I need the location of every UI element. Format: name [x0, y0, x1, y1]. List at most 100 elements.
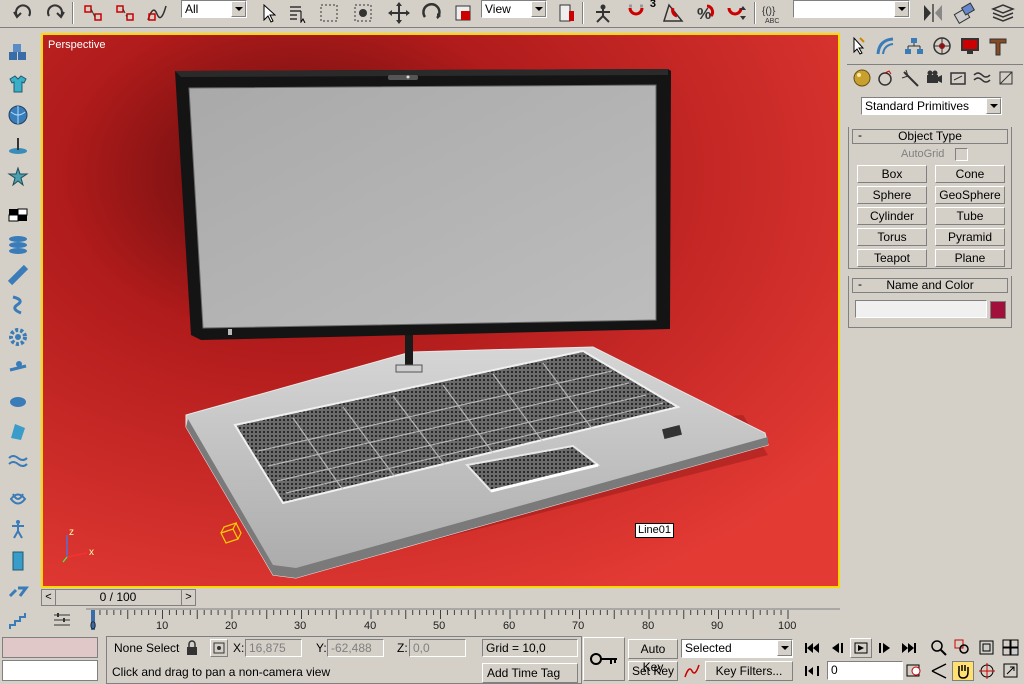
arc-rotate-icon[interactable] — [976, 661, 998, 681]
z-coordinate-field[interactable]: 0,0 — [409, 639, 466, 657]
zoom-all-icon[interactable] — [952, 638, 974, 658]
object-name-field[interactable] — [855, 300, 987, 318]
create-tab-icon[interactable] — [845, 34, 871, 58]
stair-icon[interactable] — [4, 607, 32, 635]
name-color-rollout-header[interactable]: - Name and Color — [852, 278, 1008, 293]
select-by-name-icon[interactable] — [285, 0, 311, 26]
layer-manager-icon[interactable] — [990, 0, 1016, 26]
bone-icon[interactable] — [4, 355, 32, 383]
curve-editor-toggle-icon[interactable] — [51, 609, 73, 631]
flag-icon[interactable] — [4, 417, 32, 445]
motion-tab-icon[interactable] — [929, 34, 955, 58]
teapot-button[interactable]: Teapot — [857, 249, 927, 267]
shapes-icon[interactable] — [873, 66, 899, 90]
cylinder-button[interactable]: Cylinder — [857, 207, 927, 225]
checker-icon[interactable] — [4, 201, 32, 229]
pipe-icon[interactable] — [4, 261, 32, 289]
key-filters-button[interactable]: Key Filters... — [705, 661, 793, 681]
door-icon[interactable] — [4, 547, 32, 575]
select-and-rotate-icon[interactable] — [418, 0, 444, 26]
window-crossing-icon[interactable] — [350, 0, 376, 26]
object-category-dropdown[interactable]: Standard Primitives — [861, 97, 1002, 115]
plane-button[interactable]: Plane — [935, 249, 1005, 267]
absolute-mode-icon[interactable] — [210, 639, 228, 657]
previous-frame-icon[interactable] — [826, 638, 848, 658]
set-key-icon[interactable] — [583, 637, 625, 681]
select-object-icon[interactable] — [255, 0, 281, 26]
use-pivot-center-icon[interactable] — [553, 0, 579, 26]
shirt-icon[interactable] — [4, 70, 32, 98]
pan-view-icon[interactable] — [952, 661, 974, 681]
maxscript-listener[interactable] — [2, 637, 98, 658]
key-mode-toggle-icon[interactable] — [801, 661, 823, 681]
rectangular-selection-icon[interactable] — [316, 0, 342, 26]
knot-icon[interactable] — [4, 485, 32, 513]
field-of-view-icon[interactable] — [928, 661, 950, 681]
current-frame-field[interactable]: 0 — [827, 661, 903, 680]
cameras-icon[interactable] — [921, 66, 947, 90]
hierarchy-tab-icon[interactable] — [901, 34, 927, 58]
geometry-icon[interactable] — [849, 66, 875, 90]
selection-filter-dropdown[interactable]: All — [181, 0, 247, 18]
pyramid-button[interactable]: Pyramid — [935, 228, 1005, 246]
utilities-tab-icon[interactable] — [985, 34, 1011, 58]
select-and-scale-icon[interactable] — [450, 0, 476, 26]
bind-space-warp-icon[interactable] — [144, 0, 170, 26]
track-bar[interactable] — [86, 608, 840, 634]
named-selection-sets-dropdown[interactable] — [793, 0, 910, 18]
perspective-viewport[interactable]: Perspective z x Line01 — [41, 33, 840, 588]
angle-snap-icon[interactable] — [660, 0, 686, 26]
snaps-toggle-icon[interactable]: 3 — [626, 0, 656, 26]
zoom-icon[interactable] — [928, 638, 950, 658]
turtle-icon[interactable] — [4, 386, 32, 414]
next-frame-icon[interactable] — [874, 638, 896, 658]
modify-tab-icon[interactable] — [873, 34, 899, 58]
go-to-end-icon[interactable] — [898, 638, 920, 658]
select-and-move-icon[interactable] — [386, 0, 412, 26]
redo-icon[interactable] — [42, 0, 68, 26]
space-warps-icon[interactable] — [969, 66, 995, 90]
mirror-icon[interactable] — [920, 0, 946, 26]
gear-icon[interactable] — [4, 323, 32, 351]
percent-snap-icon[interactable]: % — [692, 0, 718, 26]
go-to-start-icon[interactable] — [801, 638, 823, 658]
time-slider-next[interactable]: > — [181, 590, 195, 605]
zoom-extents-icon[interactable] — [976, 638, 998, 658]
tools-icon[interactable] — [4, 579, 32, 607]
biped-icon[interactable] — [4, 515, 32, 543]
spinner-icon[interactable] — [4, 132, 32, 160]
sphere-button[interactable]: Sphere — [857, 186, 927, 204]
lathe-icon[interactable] — [4, 291, 32, 319]
select-and-manipulate-icon[interactable] — [590, 0, 616, 26]
reference-coordinate-dropdown[interactable]: View — [481, 0, 547, 18]
edit-named-selection-icon[interactable]: {()} ABC — [760, 0, 786, 26]
add-time-tag-button[interactable]: Add Time Tag — [482, 663, 578, 683]
cone-button[interactable]: Cone — [935, 165, 1005, 183]
auto-key-button[interactable]: Auto Key — [628, 639, 678, 674]
lights-icon[interactable] — [897, 66, 923, 90]
tube-button[interactable]: Tube — [935, 207, 1005, 225]
maximize-viewport-icon[interactable] — [1000, 661, 1022, 681]
time-slider-prev[interactable]: < — [42, 590, 56, 605]
boxes-icon[interactable] — [4, 39, 32, 67]
stack-icon[interactable] — [4, 231, 32, 259]
torus-button[interactable]: Torus — [857, 228, 927, 246]
time-slider[interactable]: < 0 / 100 > — [41, 589, 196, 606]
object-color-swatch[interactable] — [990, 301, 1006, 319]
select-and-link-icon[interactable] — [80, 0, 106, 26]
box-button[interactable]: Box — [857, 165, 927, 183]
geosphere-button[interactable]: GeoSphere — [935, 186, 1005, 204]
x-coordinate-field[interactable]: 16,875 — [245, 639, 302, 657]
unlink-selection-icon[interactable] — [112, 0, 138, 26]
object-type-rollout-header[interactable]: - Object Type — [852, 129, 1008, 144]
align-icon[interactable] — [952, 0, 978, 26]
default-in-out-tangent-icon[interactable] — [681, 661, 703, 681]
zoom-extents-all-icon[interactable] — [1000, 638, 1022, 658]
time-configuration-icon[interactable] — [903, 660, 925, 680]
character-icon[interactable] — [4, 163, 32, 191]
systems-icon[interactable] — [993, 66, 1019, 90]
play-icon[interactable] — [850, 638, 872, 658]
y-coordinate-field[interactable]: -62,488 — [327, 639, 384, 657]
display-tab-icon[interactable] — [957, 34, 983, 58]
maxscript-input[interactable] — [2, 660, 98, 681]
